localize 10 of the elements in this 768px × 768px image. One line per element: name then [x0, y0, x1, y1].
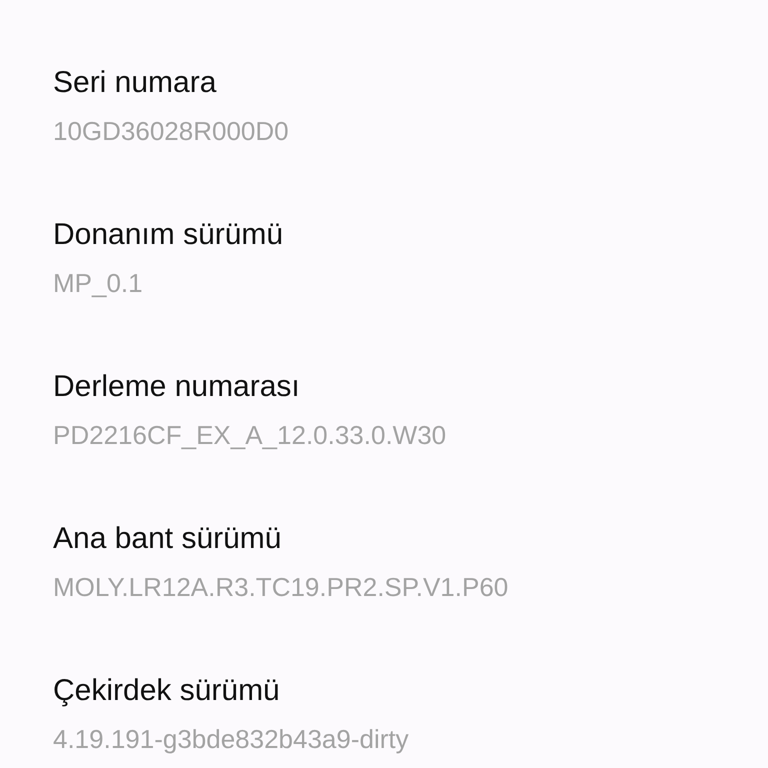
setting-title: Çekirdek sürümü	[53, 673, 281, 709]
setting-value: 10GD36028R000D0	[53, 115, 290, 148]
setting-value: 4.19.191-g3bde832b43a9-dirty	[53, 723, 410, 756]
setting-value: MP_0.1	[53, 267, 144, 300]
setting-value: MOLY.LR12A.R3.TC19.PR2.SP.V1.P60	[53, 571, 510, 604]
setting-title: Ana bant sürümü	[53, 521, 282, 557]
setting-title: Seri numara	[53, 65, 218, 101]
setting-title: Derleme numarası	[53, 369, 301, 405]
setting-title: Donanım sürümü	[53, 217, 284, 253]
setting-value: PD2216CF_EX_A_12.0.33.0.W30	[53, 419, 448, 452]
